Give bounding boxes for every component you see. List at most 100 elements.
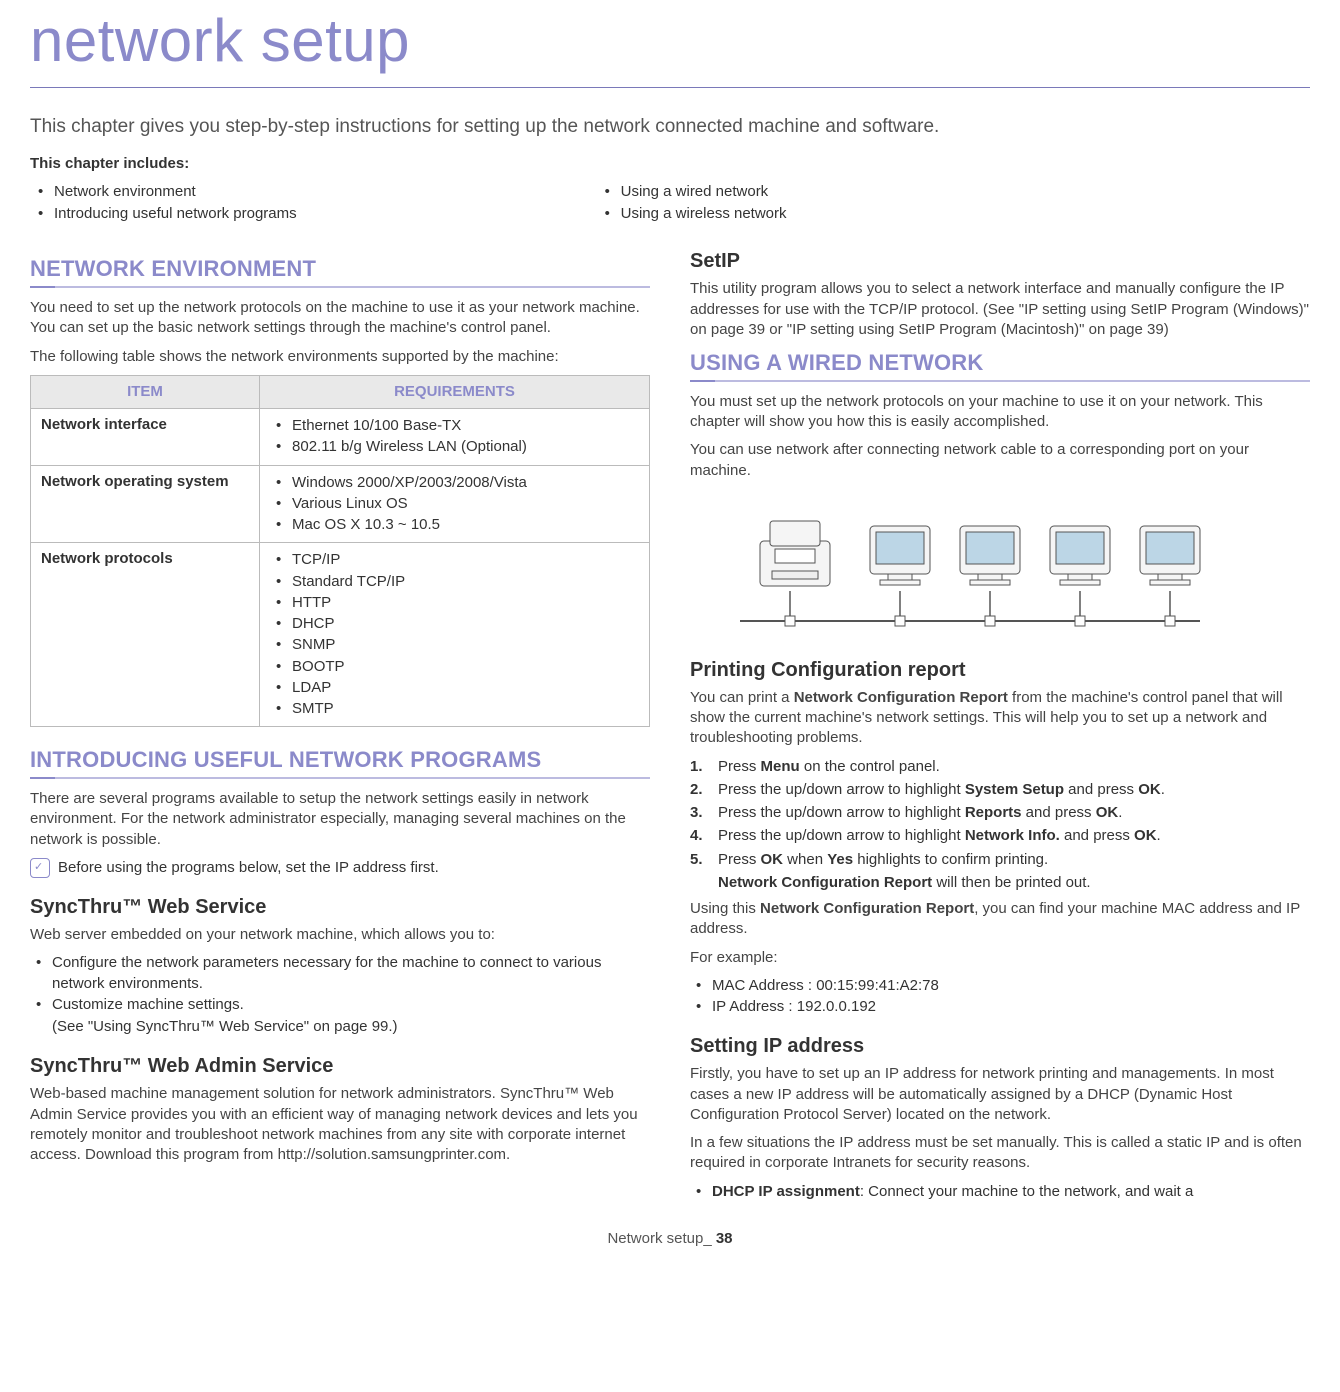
table-row: Network operating system Windows 2000/XP… [31,465,650,543]
bold-text: OK [761,851,784,868]
text: highlights to confirm printing. [853,851,1048,868]
list-item-text: Customize machine settings. [52,996,244,1013]
list-item: Windows 2000/XP/2003/2008/Vista [270,473,639,493]
paragraph: Firstly, you have to set up an IP addres… [690,1064,1310,1125]
environments-table: ITEM REQUIREMENTS Network interface Ethe… [30,375,650,728]
text: Press the up/down arrow to highlight [718,827,965,844]
note: Before using the programs below, set the… [30,858,650,878]
bold-text: DHCP IP assignment [712,1183,860,1200]
bold-text: OK [1134,827,1157,844]
reference-text: (See "Using SyncThru™ Web Service" on pa… [52,1017,650,1037]
paragraph: In a few situations the IP address must … [690,1133,1310,1174]
heading-rule [30,777,650,779]
list-item: TCP/IP [270,550,639,570]
bold-text: Network Info. [965,827,1060,844]
list-item: Ethernet 10/100 Base-TX [270,416,639,436]
toc-item: Using a wireless network [597,204,787,224]
toc-col-left: Network environment Introducing useful n… [30,180,297,227]
text: Press the up/down arrow to highlight [718,804,965,821]
row-values: Ethernet 10/100 Base-TX 802.11 b/g Wirel… [260,409,650,466]
text: : Connect your machine to the network, a… [860,1183,1194,1200]
step-item: 3. Press the up/down arrow to highlight … [690,803,1310,823]
list-item: Customize machine settings. (See "Using … [30,995,650,1038]
note-icon [30,858,50,878]
table-header-requirements: REQUIREMENTS [260,375,650,408]
paragraph: There are several programs available to … [30,789,650,850]
network-diagram [730,491,1310,641]
list-item: HTTP [270,593,639,613]
text: and press [1022,804,1096,821]
list-item: DHCP [270,614,639,634]
heading-printing-config-report: Printing Configuration report [690,657,1310,684]
heading-wired-network: USING A WIRED NETWORK [690,348,1310,378]
toc-item: Network environment [30,182,297,202]
bold-text: Menu [761,758,800,775]
bold-text: OK [1138,781,1161,798]
title-rule [30,87,1310,88]
steps-list: 1. Press Menu on the control panel. 2. P… [690,757,1310,894]
list-item: BOOTP [270,657,639,677]
step-item: 1. Press Menu on the control panel. [690,757,1310,777]
heading-rule [690,380,1310,382]
text: Press [718,851,761,868]
text: Press the up/down arrow to highlight [718,781,965,798]
left-column: NETWORK ENVIRONMENT You need to set up t… [30,248,650,1202]
table-row: Network protocols TCP/IP Standard TCP/IP… [31,543,650,727]
heading-rule [30,286,650,288]
list-item: Standard TCP/IP [270,572,639,592]
toc-item: Introducing useful network programs [30,204,297,224]
list-item: 802.11 b/g Wireless LAN (Optional) [270,437,639,457]
footer-label: Network setup_ [607,1230,715,1247]
list-item: DHCP IP assignment: Connect your machine… [690,1182,1310,1202]
text: . [1118,804,1122,821]
list-item: LDAP [270,678,639,698]
includes-label: This chapter includes: [30,154,1310,174]
paragraph: You must set up the network protocols on… [690,392,1310,433]
bullet-list: DHCP IP assignment: Connect your machine… [690,1182,1310,1202]
paragraph: Web-based machine management solution fo… [30,1084,650,1165]
bold-text: Network Configuration Report [760,900,974,917]
row-values: Windows 2000/XP/2003/2008/Vista Various … [260,465,650,543]
list-item: SMTP [270,699,639,719]
text: and press [1064,781,1138,798]
toc-item: Using a wired network [597,182,787,202]
heading-syncthru-web-admin: SyncThru™ Web Admin Service [30,1053,650,1080]
row-label: Network protocols [31,543,260,727]
paragraph: The following table shows the network en… [30,347,650,367]
text: Using this [690,900,760,917]
step-item: 5. Press OK when Yes highlights to confi… [690,850,1310,894]
text: . [1157,827,1161,844]
note-text: Before using the programs below, set the… [58,858,439,878]
page-title: network setup [30,0,1310,87]
row-label: Network interface [31,409,260,466]
bullet-list: Configure the network parameters necessa… [30,953,650,1037]
step-item: 2. Press the up/down arrow to highlight … [690,780,1310,800]
heading-setip: SetIP [690,248,1310,275]
heading-syncthru-web-service: SyncThru™ Web Service [30,894,650,921]
paragraph: You can use network after connecting net… [690,440,1310,481]
heading-setting-ip: Setting IP address [690,1033,1310,1060]
table-row: Network interface Ethernet 10/100 Base-T… [31,409,650,466]
text: Press [718,758,761,775]
example-list: MAC Address : 00:15:99:41:A2:78 IP Addre… [690,976,1310,1018]
paragraph: Using this Network Configuration Report,… [690,899,1310,940]
text: and press [1060,827,1134,844]
bold-text: Reports [965,804,1022,821]
list-item: MAC Address : 00:15:99:41:A2:78 [690,976,1310,996]
example-label: For example: [690,948,1310,968]
row-label: Network operating system [31,465,260,543]
toc-col-right: Using a wired network Using a wireless n… [597,180,787,227]
text: . [1161,781,1165,798]
page-footer: Network setup_ 38 [30,1229,1310,1249]
right-column: SetIP This utility program allows you to… [690,248,1310,1202]
heading-network-environment: NETWORK ENVIRONMENT [30,254,650,284]
text: You can print a [690,689,794,706]
table-header-item: ITEM [31,375,260,408]
text: on the control panel. [800,758,940,775]
text: when [783,851,827,868]
paragraph: You need to set up the network protocols… [30,298,650,339]
chapter-toc: Network environment Introducing useful n… [30,180,1310,227]
chapter-intro: This chapter gives you step-by-step inst… [30,114,1310,140]
step-item: 4. Press the up/down arrow to highlight … [690,826,1310,846]
paragraph: You can print a Network Configuration Re… [690,688,1310,749]
